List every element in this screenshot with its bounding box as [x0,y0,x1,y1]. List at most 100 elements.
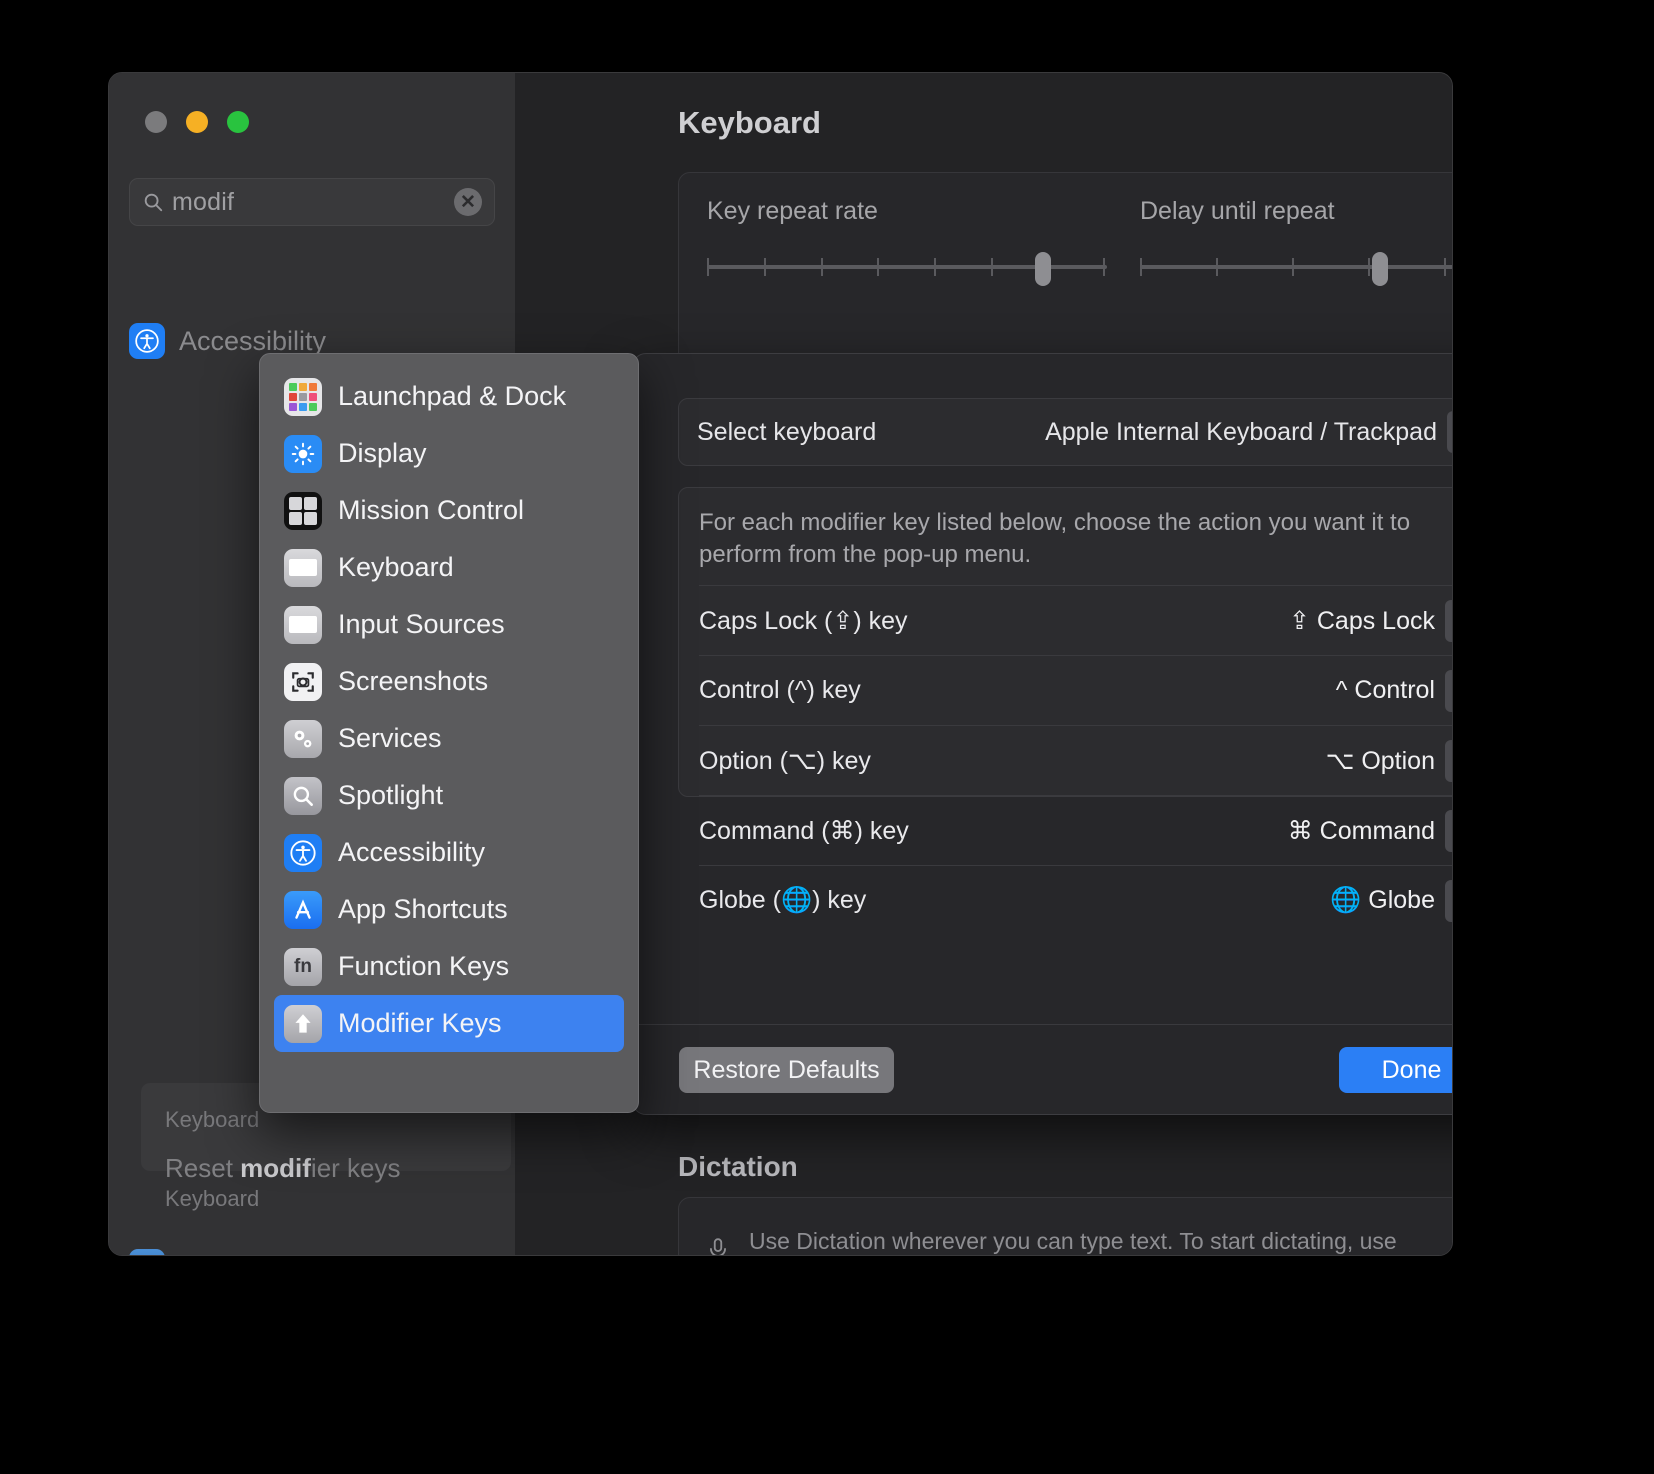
modifier-row-name: Option (⌥) key [699,746,871,776]
modifier-row-name: Caps Lock (⇪) key [699,606,908,636]
menu-item-label: Screenshots [338,666,488,697]
result-title-match: modif [240,1153,311,1183]
function-keys-icon: fn [284,948,322,986]
table-row[interactable]: Command (⌘) key ⌘ Command ▲▼ [699,795,1453,865]
sheet-footer: Restore Defaults Done [633,1024,1453,1114]
mission-control-icon [284,492,322,530]
sidebar-result-subtitle: Keyboard [165,1107,259,1133]
menu-item-label: Modifier Keys [338,1008,502,1039]
modifier-row-choice[interactable]: ^ Control [1336,676,1435,705]
spotlight-icon [284,777,322,815]
menu-item-display[interactable]: Display [274,425,624,482]
chevron-updown-icon[interactable]: ▲▼ [1445,670,1453,712]
chevron-updown-icon[interactable]: ▲▼ [1445,880,1453,922]
sidebar-result-title: Reset modifier keys [165,1153,401,1184]
launchpad-dock-icon [284,378,322,416]
sidebar-item-label: Accessibility [179,326,326,357]
delay-until-repeat-label: Delay until repeat [1140,197,1335,226]
menu-item-label: Input Sources [338,609,505,640]
modifier-row-choice[interactable]: ⇪ Caps Lock [1289,606,1435,636]
page-title: Keyboard [678,105,821,141]
users-groups-icon [129,1249,165,1256]
dictation-heading: Dictation [678,1151,798,1183]
restore-defaults-button[interactable]: Restore Defaults [679,1047,894,1093]
done-button[interactable]: Done [1339,1047,1453,1093]
search-field[interactable]: modif ✕ [129,178,495,226]
app-shortcuts-icon [284,891,322,929]
select-keyboard-row[interactable]: Select keyboard Apple Internal Keyboard … [678,398,1453,466]
screenshots-icon [284,663,322,701]
table-row[interactable]: Control (^) key ^ Control ▲▼ [699,655,1453,725]
menu-item-label: Display [338,438,427,469]
modifier-keys-icon [284,1005,322,1043]
menu-item-app-shortcuts[interactable]: App Shortcuts [274,881,624,938]
menu-item-label: Accessibility [338,837,485,868]
slider-knob[interactable] [1035,252,1051,286]
clear-icon[interactable]: ✕ [454,188,482,216]
chevron-updown-icon[interactable]: ▲▼ [1445,810,1453,852]
table-row[interactable]: Globe (🌐) key 🌐 Globe ▲▼ [699,865,1453,935]
menu-item-launchpad-dock[interactable]: Launchpad & Dock [274,368,624,425]
menu-item-input-sources[interactable]: Input Sources [274,596,624,653]
menu-item-label: Keyboard [338,552,454,583]
menu-item-accessibility[interactable]: Accessibility [274,824,624,881]
close-button[interactable] [145,111,167,133]
modifier-row-name: Control (^) key [699,676,861,705]
shortcut-category-popup-menu: Launchpad & Dock Display Mission Control… [259,353,639,1113]
modifier-row-choice[interactable]: ⌘ Command [1288,816,1435,846]
menu-item-label: Services [338,723,442,754]
menu-item-label: Function Keys [338,951,509,982]
dictation-description: Use Dictation wherever you can type text… [749,1226,1409,1256]
menu-item-mission-control[interactable]: Mission Control [274,482,624,539]
zoom-button[interactable] [227,111,249,133]
select-keyboard-label: Select keyboard [697,418,876,447]
input-sources-icon [284,606,322,644]
sheet-body: Select keyboard Apple Internal Keyboard … [633,354,1453,1024]
result-title-pre: Reset [165,1153,240,1183]
table-row[interactable]: Option (⌥) key ⌥ Option ▲▼ [699,725,1453,795]
services-icon [284,720,322,758]
modifier-keys-description: For each modifier key listed below, choo… [679,488,1453,585]
microphone-icon [705,1230,731,1256]
modifier-row-choice[interactable]: 🌐 Globe [1330,886,1435,915]
menu-item-spotlight[interactable]: Spotlight [274,767,624,824]
menu-item-screenshots[interactable]: Screenshots [274,653,624,710]
modifier-row-choice[interactable]: ⌥ Option [1326,746,1435,776]
delay-until-repeat-slider[interactable] [1140,265,1453,269]
menu-item-label: Spotlight [338,780,443,811]
search-icon [142,191,164,213]
minimize-button[interactable] [186,111,208,133]
accessibility-icon [129,323,165,359]
key-repeat-rate-slider[interactable] [707,265,1107,269]
menu-item-label: Mission Control [338,495,524,526]
menu-item-modifier-keys[interactable]: Modifier Keys [274,995,624,1052]
menu-item-keyboard[interactable]: Keyboard [274,539,624,596]
key-repeat-rate-label: Key repeat rate [707,197,878,226]
chevron-updown-icon[interactable]: ▲▼ [1445,740,1453,782]
table-row[interactable]: Caps Lock (⇪) key ⇪ Caps Lock ▲▼ [699,585,1453,655]
modifier-keys-card: For each modifier key listed below, choo… [678,487,1453,797]
system-settings-window: modif ✕ Accessibility Keyboard Reset mod… [108,72,1453,1256]
chevron-updown-icon[interactable]: ▲▼ [1445,600,1453,642]
modifier-keys-sheet: Select keyboard Apple Internal Keyboard … [632,353,1453,1115]
menu-item-label: App Shortcuts [338,894,508,925]
menu-item-services[interactable]: Services [274,710,624,767]
display-icon [284,435,322,473]
keyboard-icon [284,549,322,587]
sidebar-result-2[interactable]: Reset modifier keys Keyboard [165,1153,401,1212]
search-input[interactable]: modif [172,188,234,217]
select-keyboard-value[interactable]: Apple Internal Keyboard / Trackpad [1045,418,1437,447]
menu-item-function-keys[interactable]: fn Function Keys [274,938,624,995]
dictation-card: Use Dictation wherever you can type text… [678,1197,1453,1256]
window-controls [145,111,249,133]
modifier-row-name: Command (⌘) key [699,816,909,846]
chevron-updown-icon[interactable]: ▲▼ [1447,411,1453,453]
sidebar-item-users-groups[interactable]: Users & Groups [129,1249,371,1256]
sidebar-item-label: Users & Groups [179,1252,371,1257]
sidebar-result-1[interactable]: Keyboard [165,1105,259,1133]
modifier-row-name: Globe (🌐) key [699,886,866,915]
slider-knob[interactable] [1372,252,1388,286]
result-title-post: ier keys [311,1153,401,1183]
menu-item-label: Launchpad & Dock [338,381,566,412]
sidebar-result-subtitle: Keyboard [165,1186,401,1212]
